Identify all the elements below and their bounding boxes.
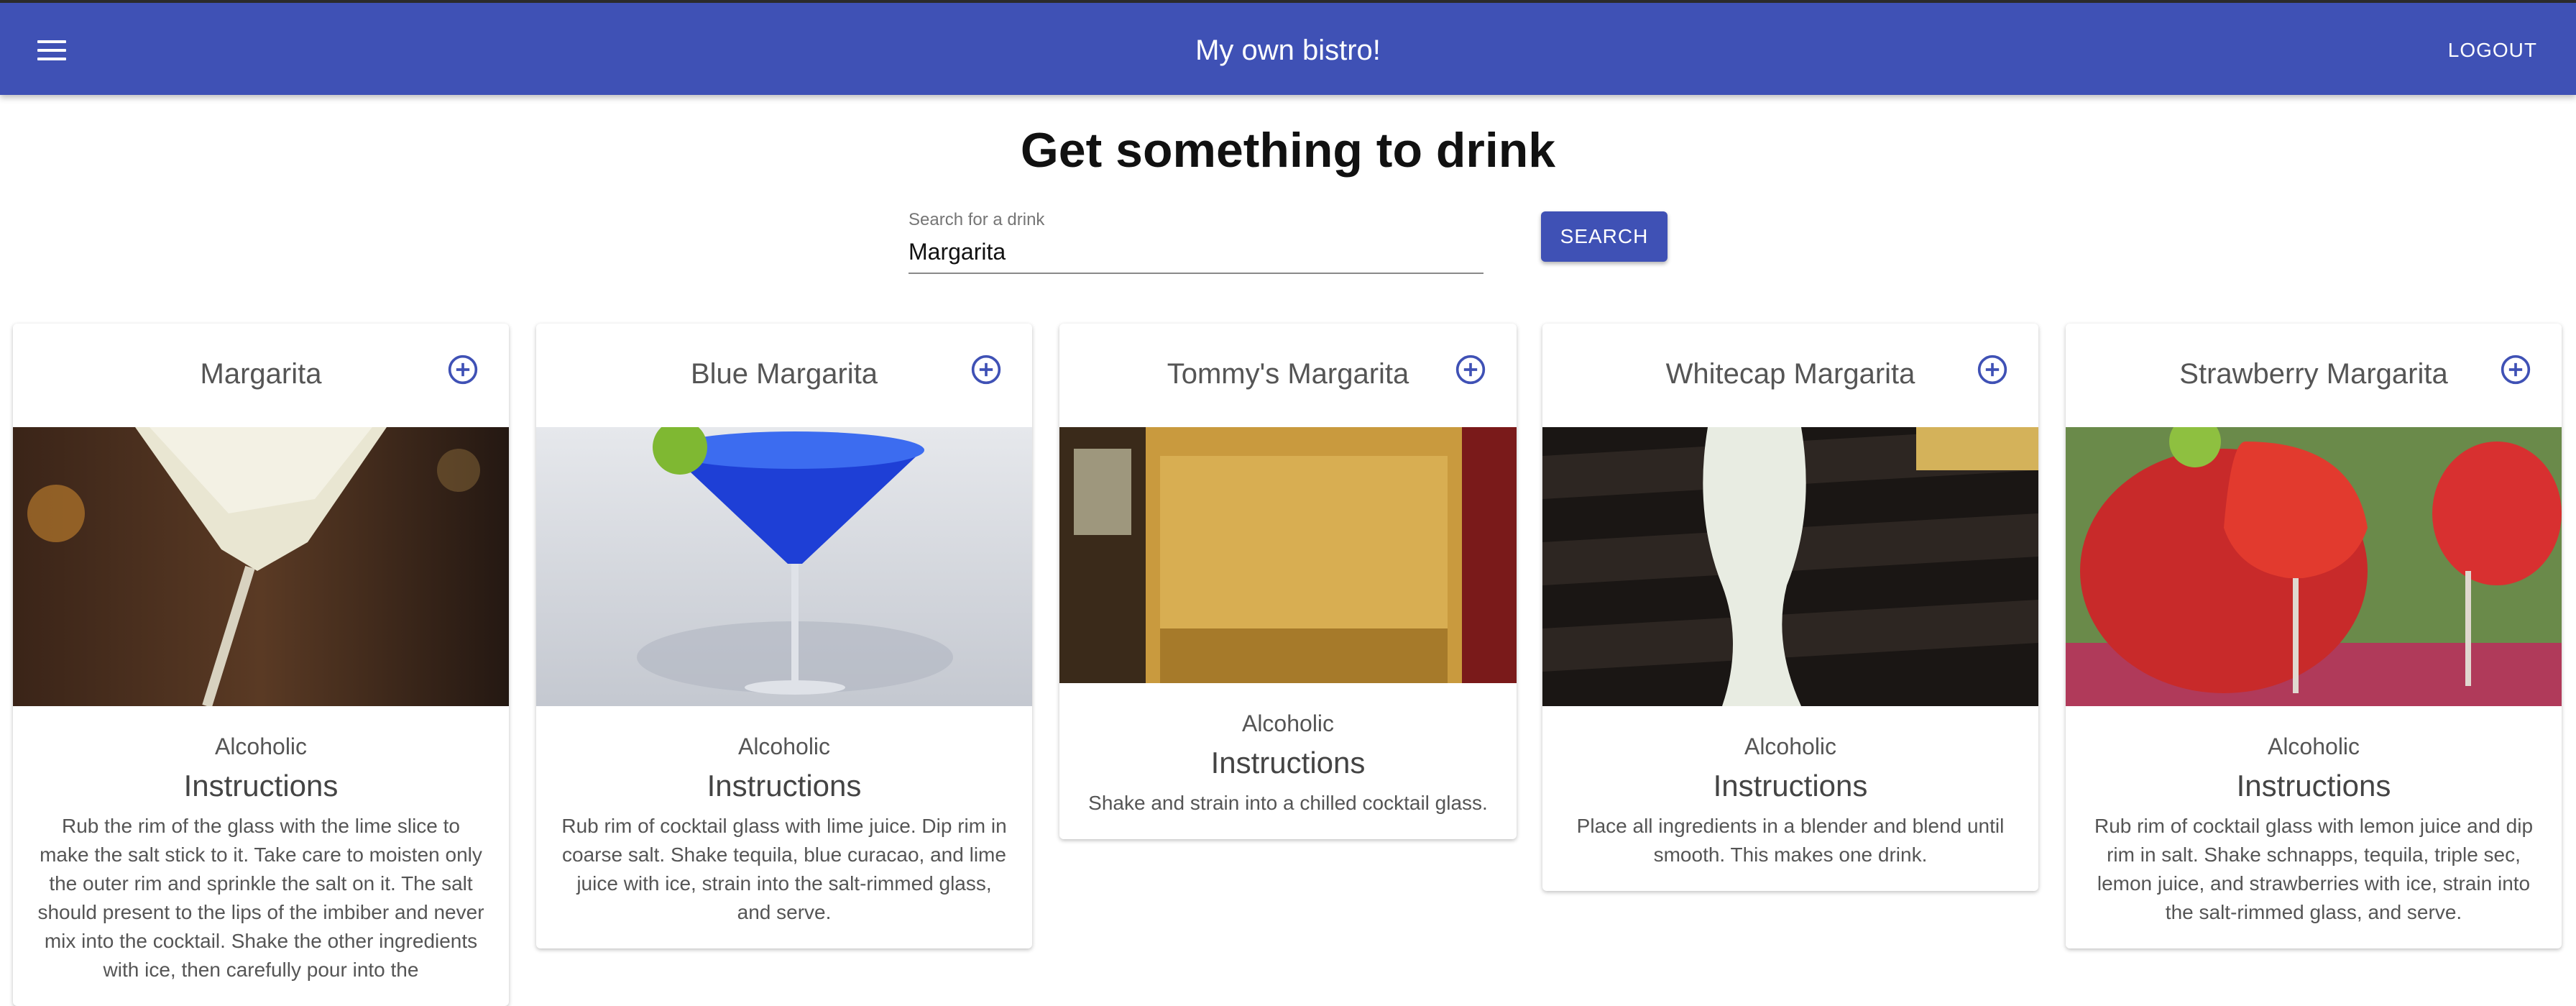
drink-category: Alcoholic: [1744, 733, 1837, 759]
drink-image: [13, 427, 509, 706]
drink-name: Whitecap Margarita: [1665, 358, 1915, 390]
card-header: Margarita: [13, 324, 509, 427]
card-body: Alcoholic Instructions Rub rim of cockta…: [2066, 706, 2562, 948]
drink-card-margarita: Margarita Alcoholic Instructions Rub the…: [13, 324, 509, 1006]
drink-category: Alcoholic: [737, 733, 831, 759]
drink-name: Tommy's Margarita: [1167, 358, 1409, 390]
add-circle-icon[interactable]: [1455, 354, 1486, 385]
drink-name: Margarita: [200, 358, 322, 390]
add-circle-icon[interactable]: [2500, 354, 2531, 385]
card-header: Blue Margarita: [536, 324, 1032, 427]
card-body: Alcoholic Instructions Shake and strain …: [1059, 683, 1517, 839]
drink-category: Alcoholic: [1241, 710, 1335, 736]
search-label: Search for a drink: [908, 210, 1045, 229]
drink-card-tommys-margarita: Tommy's Margarita Alcoholic Instructions…: [1059, 324, 1517, 839]
card-body: Alcoholic Instructions Rub rim of cockta…: [536, 706, 1032, 948]
instructions-text: Shake and strain into a chilled cocktail…: [1088, 792, 1488, 814]
drink-image: [2066, 427, 2562, 706]
instructions-text: Rub rim of cocktail glass with lemon jui…: [2094, 815, 2534, 923]
instructions-text: Rub the rim of the glass with the lime s…: [37, 815, 484, 981]
instructions-text: Place all ingredients in a blender and b…: [1576, 815, 2005, 866]
instructions-text: Rub rim of cocktail glass with lime juic…: [561, 815, 1007, 923]
card-header: Strawberry Margarita: [2066, 324, 2562, 427]
drink-name: Strawberry Margarita: [2179, 358, 2448, 390]
drink-category: Alcoholic: [214, 733, 308, 759]
card-body: Alcoholic Instructions Place all ingredi…: [1542, 706, 2038, 891]
search-field: Search for a drink: [908, 210, 1484, 282]
add-circle-icon[interactable]: [447, 354, 479, 385]
page-heading: Get something to drink: [1020, 123, 1556, 178]
add-circle-icon[interactable]: [1977, 354, 2008, 385]
drink-name: Blue Margarita: [690, 358, 878, 390]
instructions-heading: Instructions: [183, 769, 339, 802]
app-bar: My own bistro! LOGOUT: [0, 0, 2576, 95]
drink-card-list: Margarita Alcoholic Instructions Rub the…: [13, 324, 2563, 1006]
drink-image: [1542, 427, 2038, 706]
logout-button[interactable]: LOGOUT: [2448, 39, 2537, 62]
card-header: Tommy's Margarita: [1059, 324, 1517, 427]
drink-card-strawberry-margarita: Strawberry Margarita Alcoholic Instructi…: [2066, 324, 2562, 948]
drink-image: [536, 427, 1032, 706]
instructions-heading: Instructions: [707, 769, 862, 802]
instructions-heading: Instructions: [1713, 769, 1868, 802]
drink-card-blue-margarita: Blue Margarita Alcoholic Instructions Ru…: [536, 324, 1032, 948]
drink-card-whitecap-margarita: Whitecap Margarita Alcoholic Instruction…: [1542, 324, 2038, 891]
search-button[interactable]: SEARCH: [1541, 211, 1668, 262]
instructions-heading: Instructions: [1210, 746, 1366, 779]
instructions-heading: Instructions: [2236, 769, 2391, 802]
app-title: My own bistro!: [1195, 35, 1381, 66]
card-body: Alcoholic Instructions Rub the rim of th…: [13, 706, 509, 1006]
drink-image: [1059, 427, 1517, 683]
drink-category: Alcoholic: [2267, 733, 2360, 759]
card-header: Whitecap Margarita: [1542, 324, 2038, 427]
search-input[interactable]: [908, 239, 1484, 274]
add-circle-icon[interactable]: [970, 354, 1002, 385]
